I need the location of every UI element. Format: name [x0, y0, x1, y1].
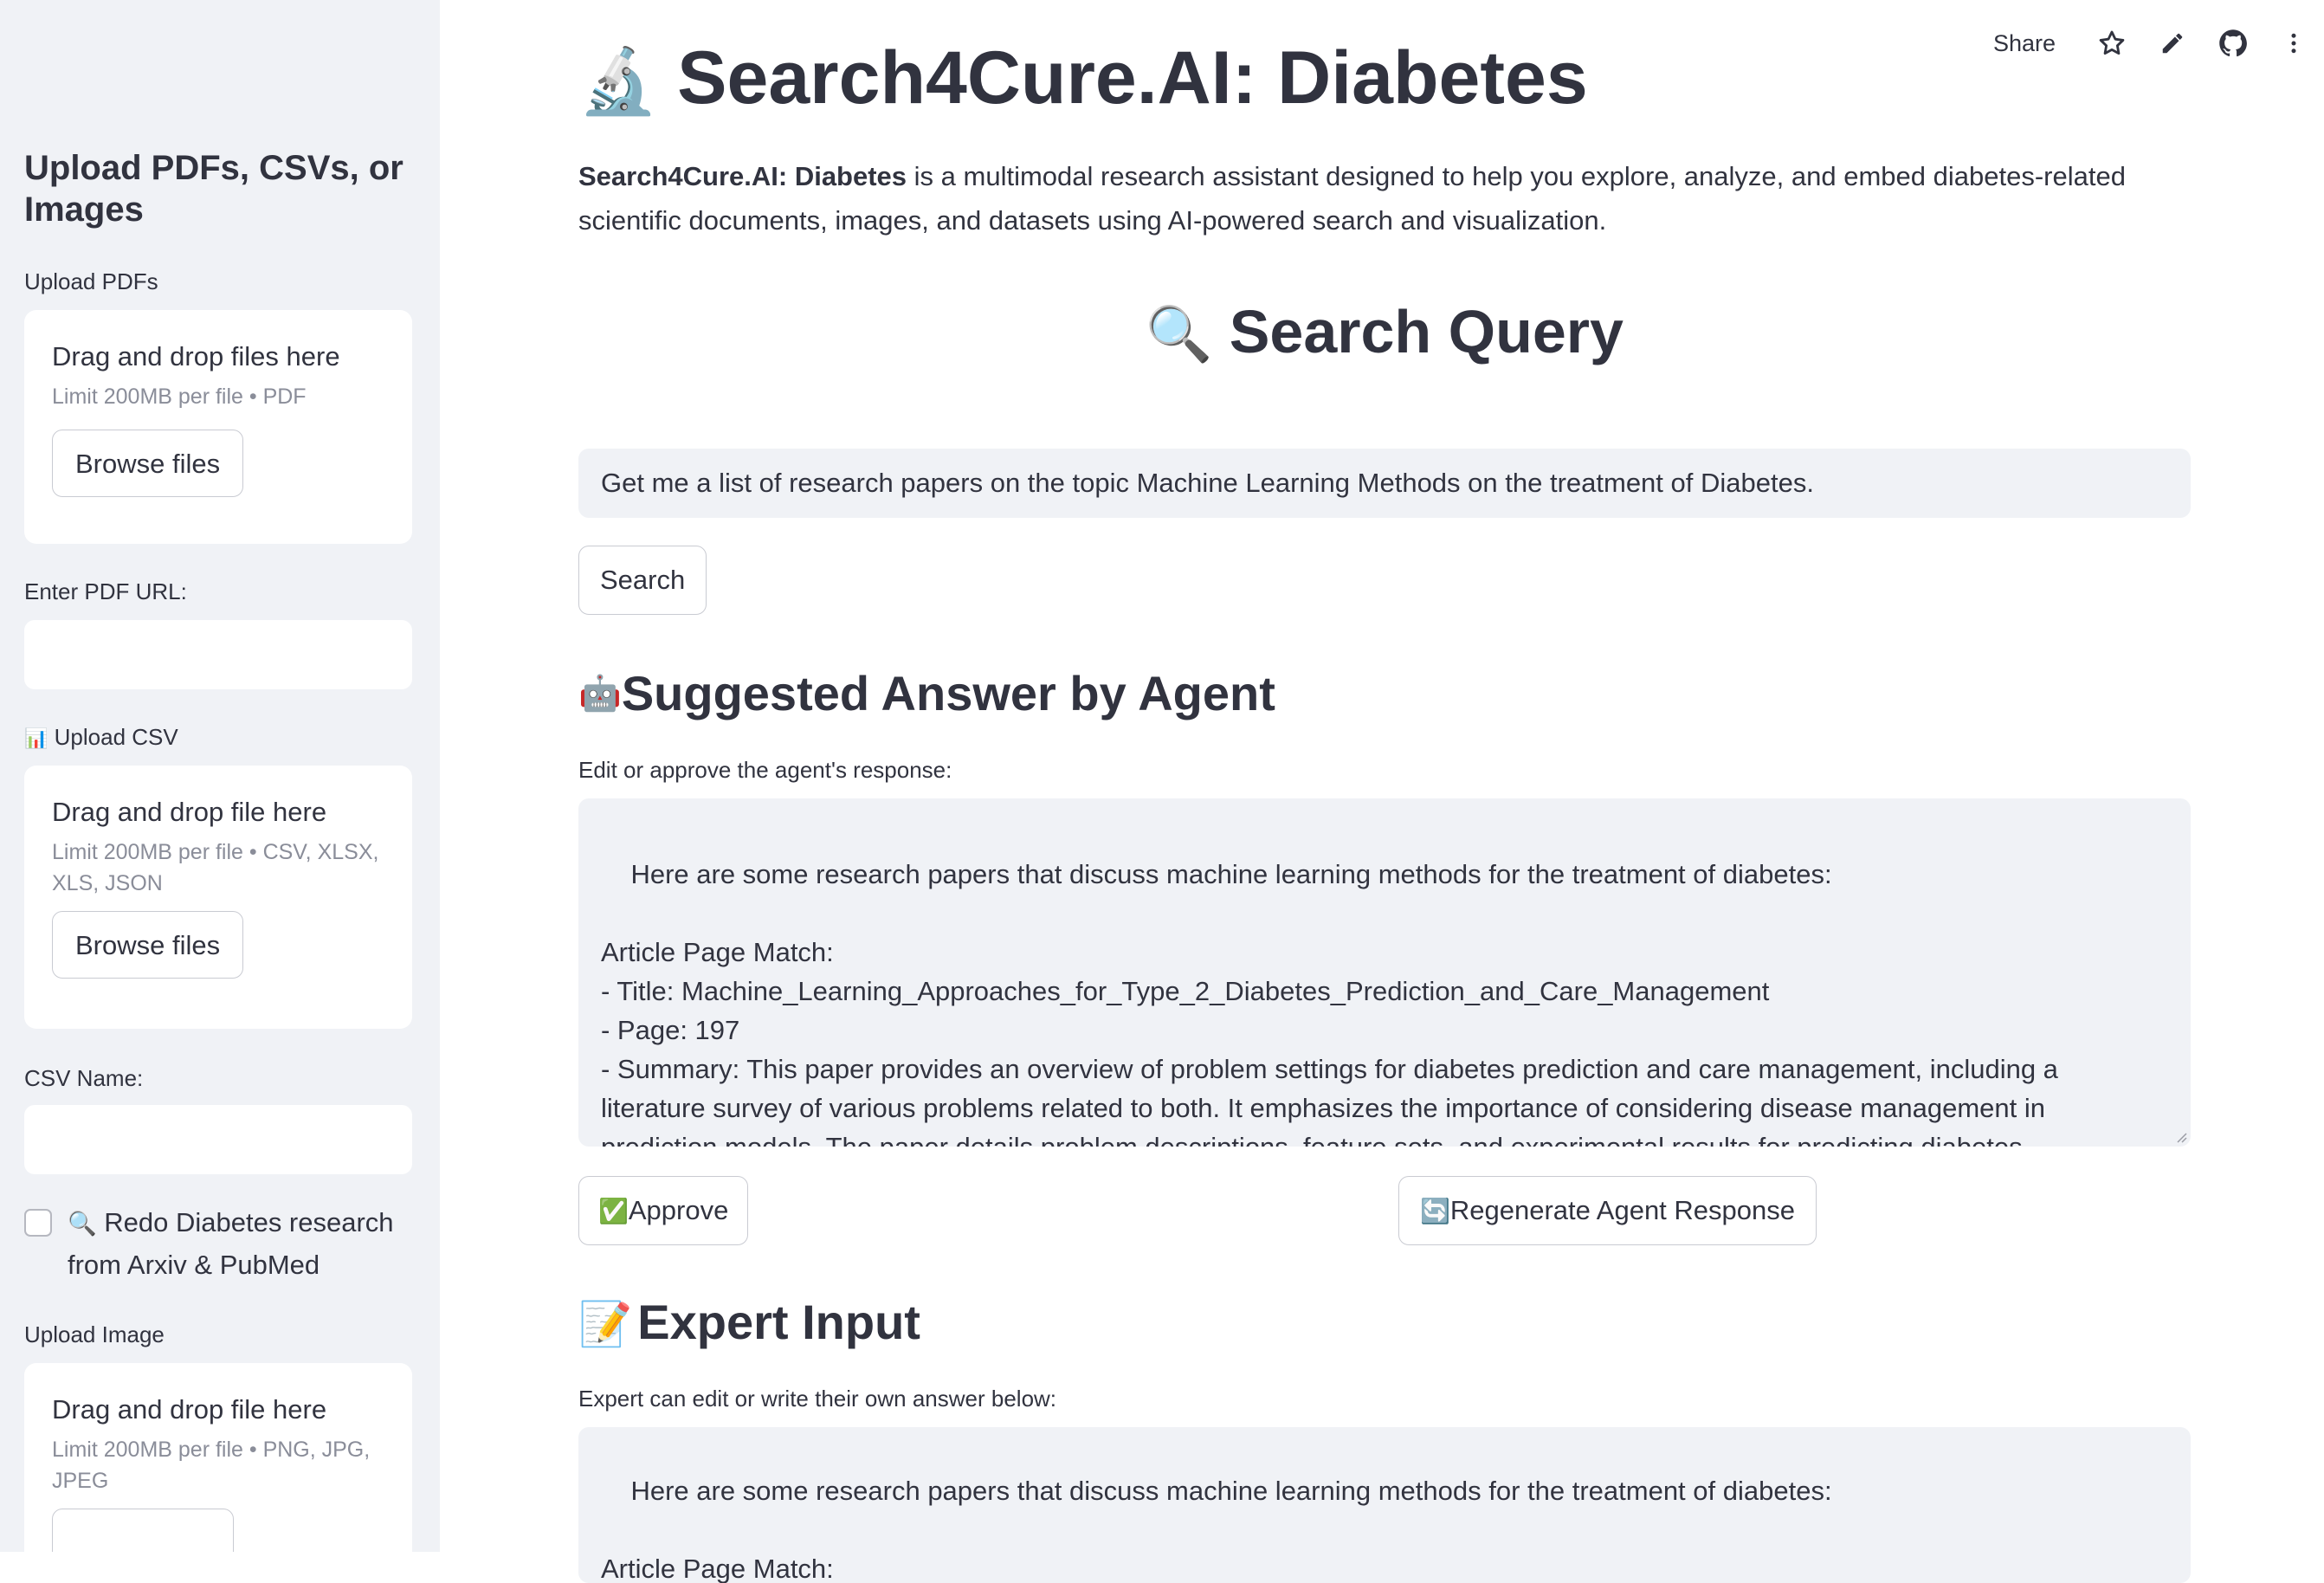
bar-chart-icon: 📊: [24, 727, 48, 749]
star-icon[interactable]: [2092, 23, 2132, 63]
agent-response-text: Here are some research papers that discu…: [601, 859, 2058, 1147]
share-button[interactable]: Share: [1993, 30, 2056, 57]
pdf-drop-title: Drag and drop files here: [52, 341, 340, 372]
intro-app-name: Search4Cure.AI: Diabetes: [578, 161, 907, 191]
robot-icon: 🤖: [578, 675, 622, 713]
redo-research-label-text: Redo Diabetes research from Arxiv & PubM…: [68, 1207, 394, 1280]
search-query-input[interactable]: Get me a list of research papers on the …: [578, 449, 2191, 518]
image-dropzone[interactable]: Drag and drop file here Limit 200MB per …: [24, 1363, 412, 1552]
csv-name-input[interactable]: [24, 1105, 412, 1174]
search-icon: 🔍: [68, 1211, 97, 1237]
image-drop-title: Drag and drop file here: [52, 1394, 327, 1425]
expert-input-heading-text: Expert Input: [637, 1295, 920, 1349]
csv-dropzone[interactable]: Drag and drop file here Limit 200MB per …: [24, 766, 412, 1029]
search-button[interactable]: Search: [578, 546, 707, 615]
sidebar: Upload PDFs, CSVs, or Images Upload PDFs…: [0, 0, 440, 1552]
regenerate-response-button[interactable]: 🔄Regenerate Agent Response: [1398, 1176, 1817, 1245]
redo-research-label: 🔍 Redo Diabetes research from Arxiv & Pu…: [68, 1202, 405, 1286]
page-title: 🔬 Search4Cure.AI: Diabetes: [578, 35, 1588, 125]
redo-research-checkbox[interactable]: [24, 1209, 52, 1237]
sidebar-heading: Upload PDFs, CSVs, or Images: [24, 149, 403, 229]
toolbar: Share: [1993, 17, 2324, 69]
agent-answer-heading: 🤖Suggested Answer by Agent: [578, 663, 1275, 724]
agent-response-label: Edit or approve the agent's response:: [578, 757, 952, 783]
expert-input-heading: 📝 Expert Input: [578, 1292, 920, 1354]
csv-browse-button[interactable]: Browse files: [52, 911, 244, 979]
pencil-icon[interactable]: [2153, 23, 2192, 63]
agent-answer-heading-text: Suggested Answer by Agent: [621, 666, 1275, 720]
pdf-browse-button[interactable]: Browse files: [52, 430, 244, 497]
upload-csv-label-text: Upload CSV: [54, 724, 178, 750]
memo-icon: 📝: [578, 1300, 633, 1348]
refresh-icon: 🔄: [1420, 1198, 1450, 1224]
upload-image-label: Upload Image: [24, 1321, 165, 1347]
csv-drop-title: Drag and drop file here: [52, 797, 327, 827]
resize-handle-icon[interactable]: [2175, 1131, 2187, 1143]
pdf-dropzone[interactable]: Drag and drop files here Limit 200MB per…: [24, 310, 412, 544]
microscope-icon: 🔬: [578, 45, 659, 117]
github-icon[interactable]: [2213, 23, 2253, 63]
expert-response-textarea[interactable]: Here are some research papers that discu…: [578, 1427, 2191, 1583]
approve-button-label: Approve: [628, 1195, 729, 1225]
pdf-url-input[interactable]: [24, 620, 412, 689]
upload-csv-label: 📊 Upload CSV: [24, 724, 178, 751]
pdf-limit-text: Limit 200MB per file • PDF: [52, 384, 307, 409]
page-title-text: Search4Cure.AI: Diabetes: [677, 36, 1588, 120]
check-mark-icon: ✅: [598, 1198, 629, 1224]
upload-pdfs-label: Upload PDFs: [24, 268, 158, 294]
expert-response-text: Here are some research papers that discu…: [601, 1476, 1832, 1583]
agent-response-textarea[interactable]: Here are some research papers that discu…: [578, 798, 2191, 1147]
image-limit-text: Limit 200MB per file • PNG, JPG, JPEG: [52, 1438, 371, 1493]
pdf-url-label: Enter PDF URL:: [24, 578, 187, 604]
approve-button[interactable]: ✅Approve: [578, 1176, 749, 1245]
expert-response-label: Expert can edit or write their own answe…: [578, 1386, 1057, 1412]
magnifier-icon: 🔍: [1146, 305, 1213, 365]
image-browse-button[interactable]: [52, 1509, 234, 1552]
csv-limit-text: Limit 200MB per file • CSV, XLSX, XLS, J…: [52, 840, 379, 895]
regenerate-button-label: Regenerate Agent Response: [1449, 1195, 1796, 1225]
search-query-heading-text: Search Query: [1229, 298, 1624, 365]
csv-name-label: CSV Name:: [24, 1065, 144, 1091]
search-query-heading: 🔍 Search Query: [578, 293, 2191, 374]
more-vertical-icon[interactable]: [2274, 23, 2314, 63]
intro-paragraph: Search4Cure.AI: Diabetes is a multimodal…: [578, 154, 2191, 242]
